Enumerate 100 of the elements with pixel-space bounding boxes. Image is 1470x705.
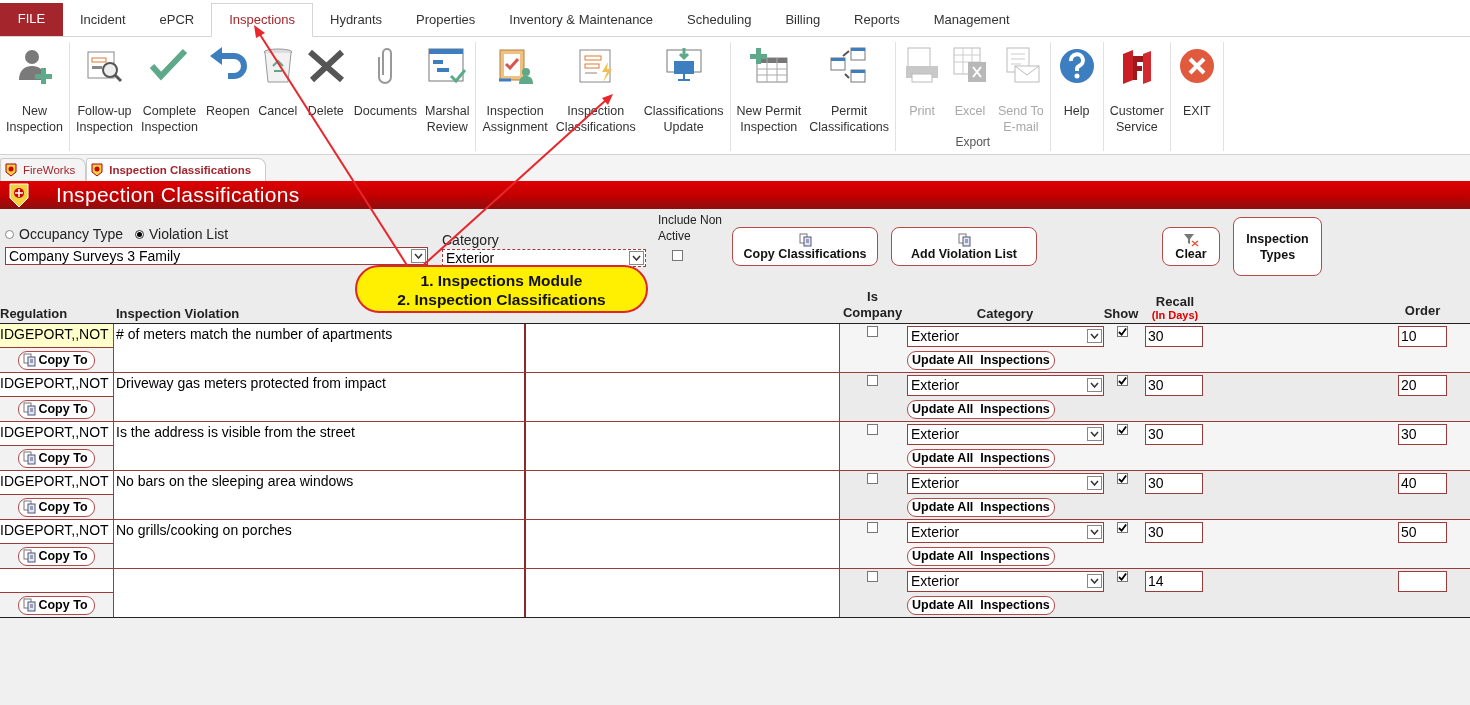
ribbon-button[interactable]: Marshal Review xyxy=(421,42,474,151)
order-field[interactable] xyxy=(1398,570,1447,592)
menu-tab[interactable]: Properties xyxy=(399,4,493,36)
category-dropdown[interactable]: Exterior xyxy=(442,249,646,267)
order-field[interactable]: 30 xyxy=(1398,423,1447,445)
recall-field[interactable]: 30 xyxy=(1145,374,1203,396)
radio-label[interactable]: Occupancy Type xyxy=(19,226,124,242)
ribbon-button[interactable]: New Inspection xyxy=(2,42,67,151)
category-dropdown[interactable]: Exterior xyxy=(907,374,1104,396)
radio-label[interactable]: Violation List xyxy=(149,226,229,242)
company-checkbox[interactable] xyxy=(867,571,878,582)
recall-field[interactable]: 30 xyxy=(1145,325,1203,347)
document-tab[interactable]: FireWorks xyxy=(0,158,87,181)
group-label: Export xyxy=(954,135,992,151)
show-checkbox[interactable] xyxy=(1117,424,1128,435)
recall-field[interactable]: 30 xyxy=(1145,472,1203,494)
form-button[interactable]: Add Violation List xyxy=(891,227,1037,266)
list-dropdown[interactable]: Company Surveys 3 Family xyxy=(5,247,428,265)
ribbon-button[interactable]: Follow-up Inspection xyxy=(72,42,137,151)
copy-icon xyxy=(957,232,971,247)
menu-tab[interactable]: Inspections xyxy=(211,3,313,37)
copy-to-button[interactable]: Copy To xyxy=(18,350,95,370)
column-header: Inspection Violation xyxy=(115,306,241,323)
document-tab[interactable]: Inspection Classifications xyxy=(86,158,267,181)
show-checkbox[interactable] xyxy=(1117,571,1128,582)
form-title: Inspection Classifications xyxy=(56,183,300,207)
column-header: Show xyxy=(1102,306,1140,323)
company-checkbox[interactable] xyxy=(867,424,878,435)
update-button[interactable]: Update All Inspections xyxy=(907,595,1055,615)
category-dropdown[interactable]: Exterior xyxy=(907,325,1104,347)
order-field[interactable]: 10 xyxy=(1398,325,1447,347)
paperclip-icon xyxy=(378,48,393,84)
menu-tab[interactable]: Scheduling xyxy=(670,4,769,36)
copy-to-button[interactable]: Copy To xyxy=(18,546,95,566)
menu-tab[interactable]: Reports xyxy=(837,4,917,36)
include-checkbox[interactable] xyxy=(672,250,683,261)
table-cell-text: IDGEPORT,,NOT xyxy=(0,326,109,342)
ribbon-button[interactable]: Delete xyxy=(301,42,350,151)
menu-tab[interactable]: Inventory & Maintenance xyxy=(492,4,671,36)
show-checkbox[interactable] xyxy=(1117,522,1128,533)
category-dropdown[interactable]: Exterior xyxy=(907,570,1104,592)
copy-icon xyxy=(23,451,37,465)
ribbon-button[interactable]: New Permit Inspection xyxy=(732,42,806,151)
radio-button[interactable] xyxy=(135,229,145,239)
form-button[interactable]: Copy Classifications xyxy=(732,227,878,266)
category-dropdown[interactable]: Exterior xyxy=(907,472,1104,494)
update-button[interactable]: Update All Inspections xyxy=(907,448,1055,468)
badge-icon xyxy=(5,163,17,177)
copy-icon xyxy=(23,353,37,367)
copy-to-button[interactable]: Copy To xyxy=(18,399,95,419)
update-button[interactable]: Update All Inspections xyxy=(907,350,1055,370)
company-checkbox[interactable] xyxy=(867,473,878,484)
company-checkbox[interactable] xyxy=(867,375,878,386)
company-checkbox[interactable] xyxy=(867,326,878,337)
recall-field[interactable]: 30 xyxy=(1145,423,1203,445)
menu-tab[interactable]: Hydrants xyxy=(313,4,400,36)
copy-icon xyxy=(23,500,37,514)
copy-to-button[interactable]: Copy To xyxy=(18,595,95,615)
copy-to-button[interactable]: Copy To xyxy=(18,448,95,468)
update-button[interactable]: Update All Inspections xyxy=(907,399,1055,419)
order-field[interactable]: 20 xyxy=(1398,374,1447,396)
category-dropdown[interactable]: Exterior xyxy=(907,521,1104,543)
menu-tab[interactable]: Management xyxy=(916,4,1027,36)
form-button[interactable]: Inspection Types xyxy=(1233,217,1322,276)
column-header: Order xyxy=(1403,303,1442,320)
ribbon-button[interactable]: Permit Classifications xyxy=(805,42,894,151)
menu-tab[interactable]: Incident xyxy=(63,4,143,36)
file-tab[interactable]: FILE xyxy=(0,3,63,36)
ribbon-button[interactable]: Documents xyxy=(349,42,421,151)
ribbon-button[interactable]: Cancel xyxy=(253,42,302,151)
column-header: Category xyxy=(975,306,1035,323)
category-dropdown[interactable]: Exterior xyxy=(907,423,1104,445)
show-checkbox[interactable] xyxy=(1117,375,1128,386)
show-checkbox[interactable] xyxy=(1117,326,1128,337)
table-cell-text: IDGEPORT,,NOT xyxy=(0,375,109,391)
show-checkbox[interactable] xyxy=(1117,473,1128,484)
table-cell-text: IDGEPORT,,NOT xyxy=(0,473,109,489)
recall-field[interactable]: 14 xyxy=(1145,570,1203,592)
order-field[interactable]: 40 xyxy=(1398,472,1447,494)
ribbon-button[interactable]: Help xyxy=(1052,42,1101,151)
copy-to-button[interactable]: Copy To xyxy=(18,497,95,517)
ribbon-button[interactable]: Customer Service xyxy=(1105,42,1168,151)
company-checkbox[interactable] xyxy=(867,522,878,533)
caret-icon xyxy=(1090,431,1099,437)
caret-icon xyxy=(1090,578,1099,584)
ribbon-button[interactable]: Inspection Assignment xyxy=(478,42,552,151)
recall-field[interactable]: 30 xyxy=(1145,521,1203,543)
menu-tab[interactable]: ePCR xyxy=(142,4,212,36)
ribbon-button[interactable]: Complete Inspection xyxy=(136,42,202,151)
update-button[interactable]: Update All Inspections xyxy=(907,497,1055,517)
menu-tab[interactable]: Billing xyxy=(768,4,838,36)
ribbon-button[interactable]: EXIT xyxy=(1172,42,1221,151)
ribbon-button[interactable]: Reopen xyxy=(201,42,254,151)
form-button[interactable]: Clear xyxy=(1162,227,1220,266)
update-button[interactable]: Update All Inspections xyxy=(907,546,1055,566)
order-field[interactable]: 50 xyxy=(1398,521,1447,543)
ribbon-button[interactable]: Classifications Update xyxy=(639,42,728,151)
table-add-icon xyxy=(748,46,789,86)
column-header: (In Days) xyxy=(1150,309,1200,321)
radio-button[interactable] xyxy=(5,229,14,239)
